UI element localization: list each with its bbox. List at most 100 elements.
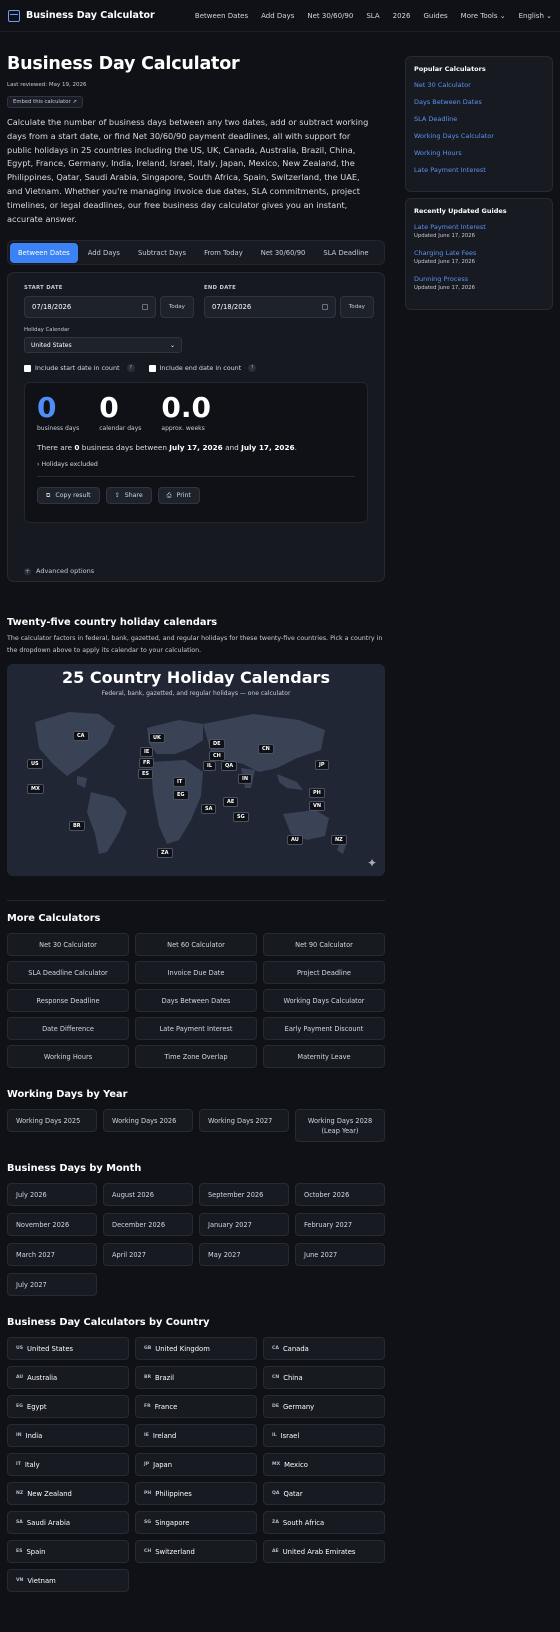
share-button[interactable]: ⇪ Share bbox=[105, 487, 152, 505]
calculator-link[interactable]: Net 30 Calculator bbox=[7, 933, 129, 957]
year-link[interactable]: Working Days 2028 (Leap Year) bbox=[295, 1109, 385, 1143]
calculator-link[interactable]: Maternity Leave bbox=[263, 1045, 385, 1069]
end-date-input[interactable]: 07/18/2026 bbox=[204, 296, 336, 319]
country-link[interactable]: IL Israel bbox=[263, 1424, 385, 1448]
popular-link[interactable]: Late Payment Interest bbox=[414, 166, 544, 174]
end-today-button[interactable]: Today bbox=[339, 296, 374, 319]
embed-button[interactable]: Embed this calculator ↗ bbox=[7, 96, 83, 108]
country-link[interactable]: CN China bbox=[263, 1366, 385, 1390]
nav-link[interactable]: Guides bbox=[423, 12, 447, 20]
brand-logo[interactable]: Business Day Calculator bbox=[8, 9, 155, 22]
popular-link[interactable]: Working Days Calculator bbox=[414, 132, 544, 140]
tab-add-days[interactable]: Add Days bbox=[80, 244, 128, 262]
nav-link[interactable]: SLA bbox=[366, 12, 379, 20]
calculator-link[interactable]: Days Between Dates bbox=[135, 989, 257, 1013]
country-link[interactable]: US United States bbox=[7, 1337, 129, 1361]
calculator-link[interactable]: Response Deadline bbox=[7, 989, 129, 1013]
month-link[interactable]: September 2026 bbox=[199, 1183, 289, 1207]
month-link[interactable]: May 2027 bbox=[199, 1243, 289, 1267]
nav-link[interactable]: Net 30/60/90 bbox=[307, 12, 353, 20]
tab-between-dates[interactable]: Between Dates bbox=[10, 242, 78, 263]
country-link[interactable]: IT Italy bbox=[7, 1453, 129, 1477]
print-button[interactable]: ⎙ Print bbox=[157, 487, 200, 505]
country-link[interactable]: EG Egypt bbox=[7, 1395, 129, 1419]
guide-link[interactable]: Late Payment Interest bbox=[414, 223, 544, 231]
tab-sla-deadline[interactable]: SLA Deadline bbox=[315, 244, 376, 262]
country-link[interactable]: AE United Arab Emirates bbox=[263, 1540, 385, 1564]
start-today-button[interactable]: Today bbox=[159, 296, 194, 319]
calculator-link[interactable]: Working Hours bbox=[7, 1045, 129, 1069]
country-link[interactable]: SG Singapore bbox=[135, 1511, 257, 1535]
year-link[interactable]: Working Days 2026 bbox=[103, 1109, 193, 1133]
month-link[interactable]: July 2026 bbox=[7, 1183, 97, 1207]
month-link[interactable]: March 2027 bbox=[7, 1243, 97, 1267]
nav-link[interactable]: 2026 bbox=[393, 12, 411, 20]
country-link[interactable]: SA Saudi Arabia bbox=[7, 1511, 129, 1535]
country-pin-nz: NZ bbox=[331, 835, 347, 846]
country-code: IT bbox=[16, 1462, 21, 1468]
year-link[interactable]: Working Days 2025 bbox=[7, 1109, 97, 1133]
include-end-checkbox[interactable] bbox=[148, 364, 156, 372]
start-date-input[interactable]: 07/18/2026 bbox=[24, 296, 156, 319]
calculator-link[interactable]: Working Days Calculator bbox=[263, 989, 385, 1013]
country-link[interactable]: DE Germany bbox=[263, 1395, 385, 1419]
calculator-link[interactable]: Time Zone Overlap bbox=[135, 1045, 257, 1069]
country-link[interactable]: IN India bbox=[7, 1424, 129, 1448]
country-link[interactable]: ES Spain bbox=[7, 1540, 129, 1564]
country-link[interactable]: IE Ireland bbox=[135, 1424, 257, 1448]
country-link[interactable]: PH Philippines bbox=[135, 1482, 257, 1506]
month-link[interactable]: June 2027 bbox=[295, 1243, 385, 1267]
calculator-link[interactable]: Date Difference bbox=[7, 1017, 129, 1041]
calculator-link[interactable]: Early Payment Discount bbox=[263, 1017, 385, 1041]
include-start-checkbox[interactable] bbox=[24, 364, 31, 372]
month-link[interactable]: December 2026 bbox=[103, 1213, 193, 1237]
popular-link[interactable]: Working Hours bbox=[414, 149, 544, 157]
country-link[interactable]: GB United Kingdom bbox=[135, 1337, 257, 1361]
month-link[interactable]: February 2027 bbox=[295, 1213, 385, 1237]
calculator-link[interactable]: Net 90 Calculator bbox=[263, 933, 385, 957]
advanced-options-toggle[interactable]: + Advanced options bbox=[24, 567, 94, 575]
more-tools-menu[interactable]: More Tools ⌄ bbox=[461, 12, 506, 20]
month-link[interactable]: July 2027 bbox=[7, 1273, 97, 1297]
tab-net-30-60-90[interactable]: Net 30/60/90 bbox=[253, 244, 314, 262]
nav-link[interactable]: Add Days bbox=[261, 12, 294, 20]
country-link[interactable]: AU Australia bbox=[7, 1366, 129, 1390]
month-link[interactable]: April 2027 bbox=[103, 1243, 193, 1267]
guide-link[interactable]: Dunning Process bbox=[414, 275, 544, 283]
country-link[interactable]: JP Japan bbox=[135, 1453, 257, 1477]
calculator-link[interactable]: Project Deadline bbox=[263, 961, 385, 985]
sidebar: Popular Calculators Net 30 Calculator Day… bbox=[405, 32, 553, 1592]
tab-from-today[interactable]: From Today bbox=[196, 244, 251, 262]
help-icon[interactable]: ? bbox=[126, 364, 135, 373]
month-link[interactable]: August 2026 bbox=[103, 1183, 193, 1207]
guide-link[interactable]: Charging Late Fees bbox=[414, 249, 544, 257]
language-menu[interactable]: English ⌄ bbox=[519, 12, 552, 20]
country-link[interactable]: ZA South Africa bbox=[263, 1511, 385, 1535]
country-link[interactable]: VN Vietnam bbox=[7, 1569, 129, 1593]
month-link[interactable]: January 2027 bbox=[199, 1213, 289, 1237]
month-link[interactable]: November 2026 bbox=[7, 1213, 97, 1237]
holidays-excluded-toggle[interactable]: › Holidays excluded bbox=[37, 461, 355, 468]
country-link[interactable]: FR France bbox=[135, 1395, 257, 1419]
year-link[interactable]: Working Days 2027 bbox=[199, 1109, 289, 1133]
calculator-link[interactable]: SLA Deadline Calculator bbox=[7, 961, 129, 985]
popular-link[interactable]: SLA Deadline bbox=[414, 115, 544, 123]
country-link[interactable]: CH Switzerland bbox=[135, 1540, 257, 1564]
nav-link[interactable]: Between Dates bbox=[195, 12, 248, 20]
holiday-calendar-select[interactable]: United States ⌄ bbox=[24, 337, 182, 354]
country-link[interactable]: CA Canada bbox=[263, 1337, 385, 1361]
country-link[interactable]: BR Brazil bbox=[135, 1366, 257, 1390]
copy-result-button[interactable]: ⧉ Copy result bbox=[37, 487, 100, 505]
popular-link[interactable]: Days Between Dates bbox=[414, 98, 544, 106]
country-name: Vietnam bbox=[27, 1576, 56, 1585]
tab-subtract-days[interactable]: Subtract Days bbox=[130, 244, 194, 262]
country-link[interactable]: QA Qatar bbox=[263, 1482, 385, 1506]
calculator-link[interactable]: Late Payment Interest bbox=[135, 1017, 257, 1041]
popular-link[interactable]: Net 30 Calculator bbox=[414, 81, 544, 89]
calculator-link[interactable]: Net 60 Calculator bbox=[135, 933, 257, 957]
country-link[interactable]: NZ New Zealand bbox=[7, 1482, 129, 1506]
country-link[interactable]: MX Mexico bbox=[263, 1453, 385, 1477]
month-link[interactable]: October 2026 bbox=[295, 1183, 385, 1207]
calculator-link[interactable]: Invoice Due Date bbox=[135, 961, 257, 985]
help-icon[interactable]: ? bbox=[248, 364, 257, 373]
